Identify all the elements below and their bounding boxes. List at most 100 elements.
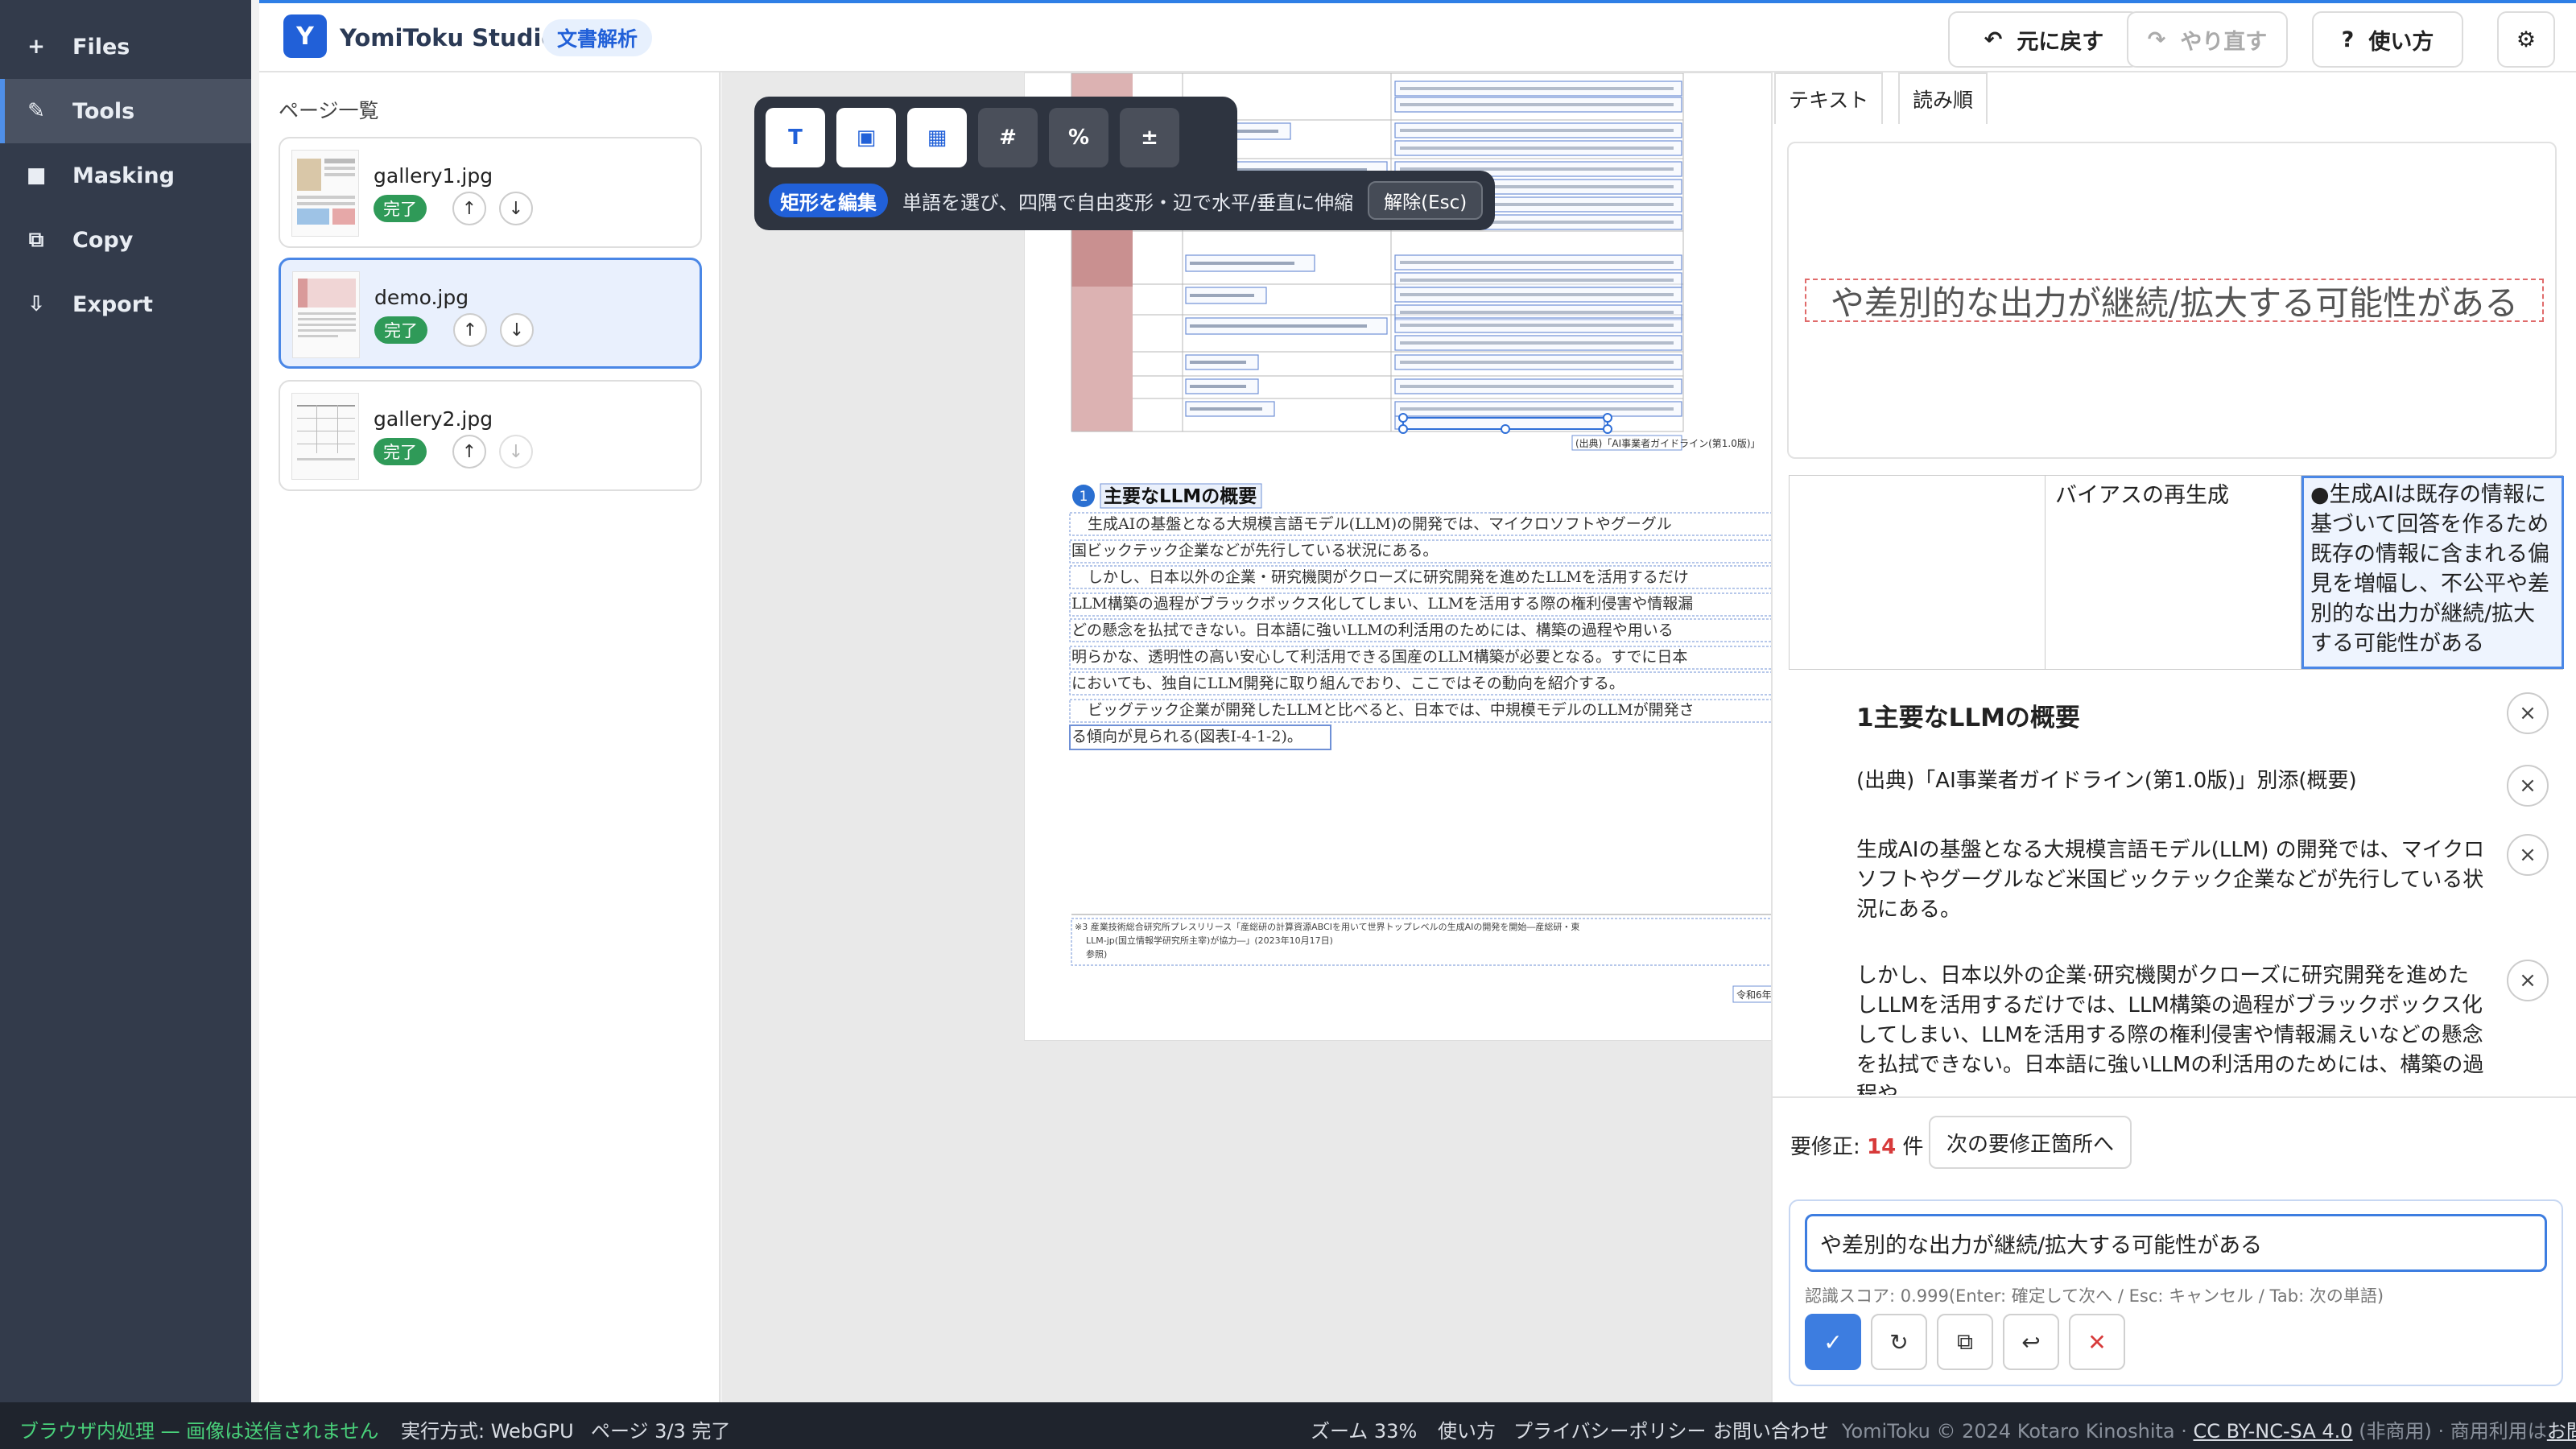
commercial-contact-link[interactable]: お問い合わせ xyxy=(2547,1420,2576,1443)
document-heading: 主要なLLMの概要 xyxy=(1104,486,1257,507)
local-processing-text: ブラウザ内処理 — 画像は送信されません xyxy=(19,1420,379,1443)
page-card[interactable]: gallery2.jpg 完了 ↑ ↓ xyxy=(279,380,702,491)
page-card[interactable]: gallery1.jpg 完了 ↑ ↓ xyxy=(279,137,702,248)
sidebar-item-tools[interactable]: ✎ Tools xyxy=(0,79,251,143)
sidebar-item-export[interactable]: ⇩ Export xyxy=(0,272,251,336)
ocr-item-list[interactable]: バイアスの再生成 ●生成AIは既存の情報に基づいて回答を作るため既存の情報に含ま… xyxy=(1773,475,2576,1095)
redo-button[interactable]: ↷ やり直す xyxy=(2127,11,2288,68)
percent-tool-button[interactable]: % xyxy=(1049,108,1108,167)
redo-label: やり直す xyxy=(2180,29,2268,55)
sidebar-item-label: Export xyxy=(72,291,153,317)
sidebar-item-copy[interactable]: ⧉ Copy xyxy=(0,208,251,272)
recognition-score: 認識スコア: 0.999(Enter: 確定して次へ / Esc: キャンセル … xyxy=(1805,1286,2384,1306)
move-up-button[interactable]: ↑ xyxy=(452,435,486,469)
contact-link[interactable]: お問い合わせ xyxy=(1713,1415,1829,1443)
table-cell-label[interactable]: バイアスの再生成 xyxy=(2046,476,2301,669)
edit-hint-text: 単語を選び、四隅で自由変形・辺で水平/垂直に伸縮 xyxy=(902,191,1354,214)
needs-fix-label: 要修正: 14 件 xyxy=(1790,1135,1924,1159)
text-tool-button[interactable]: T xyxy=(766,108,825,167)
remove-item-button[interactable]: × xyxy=(2507,765,2549,807)
table-tool-button[interactable]: ▦ xyxy=(907,108,967,167)
source-note: (出典)「AI事業者ガイドライン(第1.0版)」 xyxy=(1575,438,1761,449)
edit-mode-tag: 矩形を編集 xyxy=(769,184,888,217)
status-badge: 完了 xyxy=(374,195,427,222)
next-fix-button[interactable]: 次の要修正箇所へ xyxy=(1929,1116,2132,1169)
svg-text:しかし、日本以外の企業・研究機関がクローズに研究開発を進めた: しかし、日本以外の企業・研究機関がクローズに研究開発を進めたLLMを活用するだけ xyxy=(1088,568,1689,586)
svg-text:る傾向が見られる(図表Ⅰ-4-1-2)。: る傾向が見られる(図表Ⅰ-4-1-2)。 xyxy=(1071,728,1302,745)
undo-button[interactable]: ↶ 元に戻す xyxy=(1948,11,2140,68)
move-up-button[interactable]: ↑ xyxy=(452,192,486,225)
floating-toolbar: T ▣ ▦ # % ± xyxy=(754,97,1237,171)
list-item[interactable]: しかし、日本以外の企業·研究機関がクローズに研究開発を進めたしLLMを活用するだ… xyxy=(1856,961,2489,1095)
list-item[interactable]: (出典)「AI事業者ガイドライン(第1.0版)」別添(概要) xyxy=(1856,766,2489,796)
square-icon: ■ xyxy=(26,163,47,188)
copy-icon: ⧉ xyxy=(28,227,44,252)
app-title: YomiToku Studio xyxy=(340,24,558,52)
svg-text:生成AIの基盤となる大規模言語モデル(LLM)の開発では、マ: 生成AIの基盤となる大規模言語モデル(LLM)の開発では、マイクロソフトやグーグ… xyxy=(1088,515,1672,533)
tab-text[interactable]: テキスト xyxy=(1774,72,1884,124)
delete-button[interactable]: ✕ xyxy=(2069,1314,2125,1370)
page-name: demo.jpg xyxy=(374,286,469,309)
download-icon: ⇩ xyxy=(27,292,45,316)
license-link[interactable]: CC BY-NC-SA 4.0 xyxy=(2194,1420,2353,1443)
privacy-link[interactable]: プライバシーポリシー xyxy=(1513,1415,1707,1443)
confirm-button[interactable]: ✓ xyxy=(1805,1314,1861,1370)
plusminus-tool-button[interactable]: ± xyxy=(1120,108,1179,167)
table-cell xyxy=(1790,476,2046,669)
move-up-button[interactable]: ↑ xyxy=(453,313,487,347)
app-header: Y YomiToku Studio 文書解析 ↶ 元に戻す ↷ やり直す ? 使… xyxy=(259,0,2576,72)
remove-item-button[interactable]: × xyxy=(2507,692,2549,734)
heading-number: 1 xyxy=(1080,489,1088,505)
word-editor: 認識スコア: 0.999(Enter: 確定して次へ / Esc: キャンセル … xyxy=(1789,1199,2563,1386)
svg-text:明らかな、透明性の高い安心して利活用できる国産のLLM構築が: 明らかな、透明性の高い安心して利活用できる国産のLLM構築が必要となる。すでに日… xyxy=(1071,648,1687,666)
sidebar-item-masking[interactable]: ■ Masking xyxy=(0,143,251,208)
rect-tool-button[interactable]: ▣ xyxy=(836,108,896,167)
sidebar-item-label: Copy xyxy=(72,227,134,253)
list-item[interactable]: 生成AIの基盤となる大規模言語モデル(LLM) の開発では、マイクロソフトやグー… xyxy=(1856,836,2489,925)
help-button[interactable]: ? 使い方 xyxy=(2312,11,2463,68)
ocr-table: バイアスの再生成 ●生成AIは既存の情報に基づいて回答を作るため既存の情報に含ま… xyxy=(1789,475,2564,670)
ocr-panel: テキスト 読み順 や差別的な出力が継続/拡大する可能性がある バイアスの再生成 … xyxy=(1771,72,2576,1402)
page-name: gallery2.jpg xyxy=(374,407,493,431)
tab-reading-order[interactable]: 読み順 xyxy=(1898,72,1988,124)
release-button[interactable]: 解除(Esc) xyxy=(1368,181,1484,220)
needs-fix-bar: 要修正: 14 件 次の要修正箇所へ xyxy=(1773,1096,2576,1185)
undo-icon: ↶ xyxy=(1984,27,2003,52)
sidebar-item-label: Files xyxy=(72,34,130,60)
remove-item-button[interactable]: × xyxy=(2507,834,2549,876)
move-down-button[interactable]: ↓ xyxy=(499,435,533,469)
redo-icon: ↷ xyxy=(2147,27,2166,52)
help-label: 使い方 xyxy=(2368,29,2434,55)
help-link[interactable]: 使い方 xyxy=(1438,1415,1496,1443)
number-tool-button[interactable]: # xyxy=(978,108,1038,167)
remove-item-button[interactable]: × xyxy=(2507,960,2549,1001)
svg-text:国ビックテック企業などが先行している状況にある。: 国ビックテック企業などが先行している状況にある。 xyxy=(1071,542,1438,559)
settings-button[interactable]: ⚙ xyxy=(2497,11,2555,68)
rerecognize-button[interactable]: ↻ xyxy=(1871,1314,1927,1370)
move-down-button[interactable]: ↓ xyxy=(500,313,534,347)
table-cell-selected[interactable]: ●生成AIは既存の情報に基づいて回答を作るため既存の情報に含まれる偏見を増幅し、… xyxy=(2301,476,2564,669)
page-progress-text: ページ 3/3 完了 xyxy=(591,1420,731,1443)
sidebar-item-label: Tools xyxy=(72,98,135,124)
status-bar: ブラウザ内処理 — 画像は送信されません 実行方式: WebGPU ページ 3/… xyxy=(0,1402,2576,1449)
document-canvas[interactable]: (出典)「AI事業者ガイドライン(第1.0版)」 1 主要なLLMの概要 生成A… xyxy=(722,72,1771,1402)
sidebar: + Files ✎ Tools ■ Masking ⧉ Copy ⇩ Expor… xyxy=(0,0,251,1402)
page-thumbnail xyxy=(291,150,359,237)
page-card-selected[interactable]: demo.jpg 完了 ↑ ↓ xyxy=(279,258,702,369)
svg-text:LLM-jp(国立情報学研究所主宰)が協力―」(2023年1: LLM-jp(国立情報学研究所主宰)が協力―」(2023年10月17日) xyxy=(1086,935,1333,946)
svg-text:※3 産業技術総合研究所プレスリリース「産総研の計算資源AB: ※3 産業技術総合研究所プレスリリース「産総研の計算資源ABCIを用いて世界トッ… xyxy=(1075,921,1579,932)
svg-text:参照): 参照) xyxy=(1086,948,1107,960)
page-name: gallery1.jpg xyxy=(374,164,493,188)
section-title[interactable]: 1主要なLLMの概要 xyxy=(1856,697,2080,733)
svg-text:どの懸念を払拭できない。日本語に強いLLMの利活用のためには: どの懸念を払拭できない。日本語に強いLLMの利活用のためには、構築の過程や用いる xyxy=(1071,621,1674,639)
edit-hint-bar: 矩形を編集 単語を選び、四隅で自由変形・辺で水平/垂直に伸縮 解除(Esc) xyxy=(754,171,1495,230)
sidebar-item-files[interactable]: + Files xyxy=(0,14,251,79)
word-edit-input[interactable] xyxy=(1805,1214,2547,1272)
move-down-button[interactable]: ↓ xyxy=(499,192,533,225)
zoom-text: ズーム 33% xyxy=(1311,1420,1418,1443)
revert-button[interactable]: ↩ xyxy=(2003,1314,2059,1370)
word-preview: や差別的な出力が継続/拡大する可能性がある xyxy=(1787,142,2557,459)
mode-badge: 文書解析 xyxy=(543,19,653,56)
status-badge: 完了 xyxy=(374,316,427,344)
duplicate-button[interactable]: ⧉ xyxy=(1937,1314,1993,1370)
